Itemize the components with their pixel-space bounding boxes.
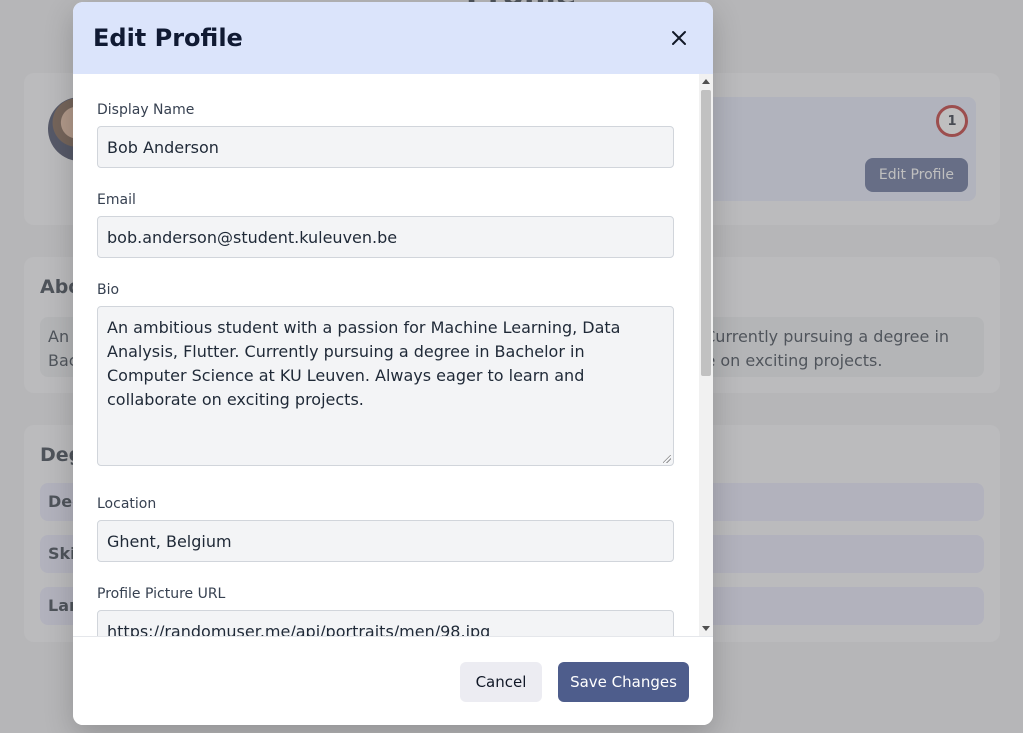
location-input[interactable]: Ghent, Belgium [97, 520, 674, 562]
display-name-label: Display Name [97, 102, 195, 118]
cancel-button[interactable]: Cancel [460, 662, 542, 702]
save-changes-button[interactable]: Save Changes [558, 662, 689, 702]
modal-body: Display Name Bob Anderson Email bob.ande… [73, 74, 699, 636]
picture-url-input[interactable]: https://randomuser.me/api/portraits/men/… [97, 610, 674, 636]
modal-scrollbar[interactable] [699, 74, 713, 636]
picture-url-field: Profile Picture URL https://randomuser.m… [97, 584, 674, 636]
picture-url-label: Profile Picture URL [97, 586, 226, 602]
bio-text: An ambitious student with a passion for … [107, 318, 621, 409]
scroll-down-icon[interactable] [702, 626, 710, 631]
display-name-input[interactable]: Bob Anderson [97, 126, 674, 168]
bio-textarea[interactable]: An ambitious student with a passion for … [97, 306, 674, 466]
edit-profile-modal: Edit Profile Display Name Bob Anderson E… [73, 2, 713, 725]
scroll-thumb[interactable] [701, 90, 711, 376]
close-button[interactable] [665, 24, 693, 52]
location-field: Location Ghent, Belgium [97, 494, 674, 562]
modal-title: Edit Profile [93, 24, 243, 52]
scroll-up-icon[interactable] [702, 79, 710, 84]
email-input[interactable]: bob.anderson@student.kuleuven.be [97, 216, 674, 258]
display-name-field: Display Name Bob Anderson [97, 100, 674, 168]
location-label: Location [97, 496, 157, 512]
modal-header: Edit Profile [73, 2, 713, 74]
close-icon [672, 31, 686, 45]
resize-handle[interactable] [663, 455, 671, 463]
modal-footer: Cancel Save Changes [73, 636, 713, 725]
email-field: Email bob.anderson@student.kuleuven.be [97, 190, 674, 258]
bio-field: Bio An ambitious student with a passion … [97, 280, 674, 466]
bio-label: Bio [97, 282, 120, 298]
email-label: Email [97, 192, 136, 208]
